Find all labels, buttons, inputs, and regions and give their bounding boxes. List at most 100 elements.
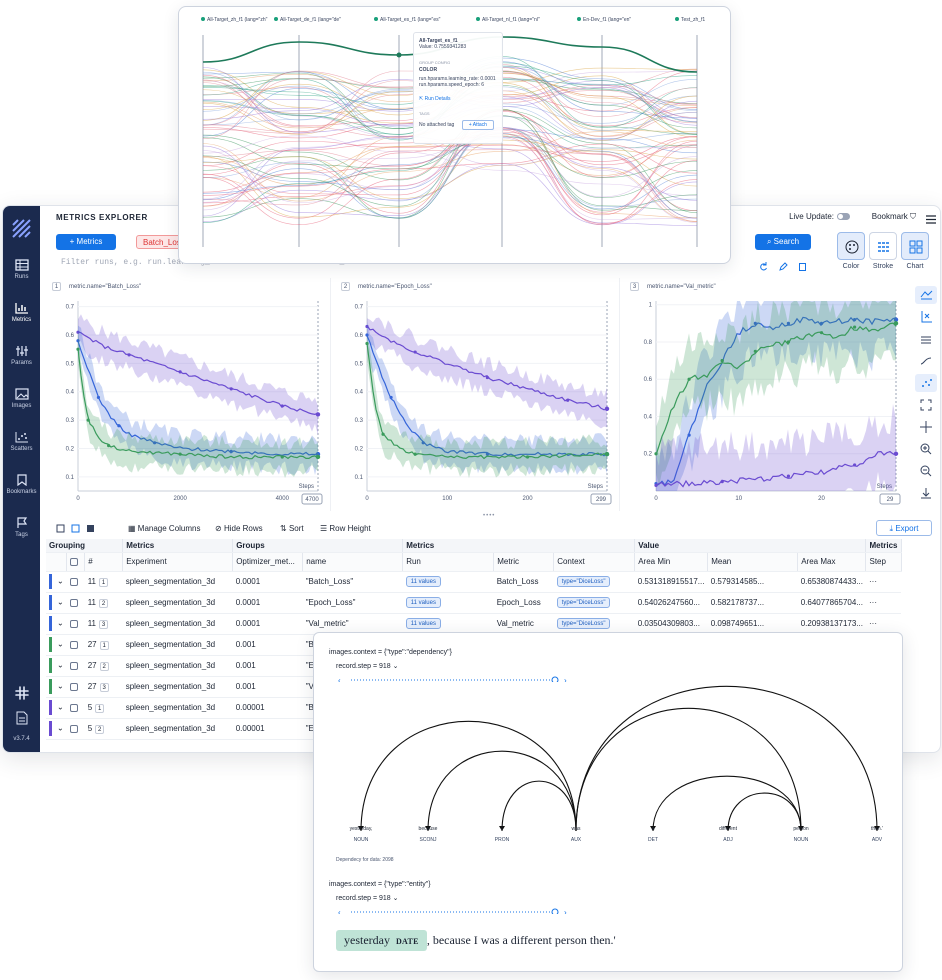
toggle-switch[interactable] — [837, 213, 850, 221]
y-tick-label: 0.2 — [644, 452, 653, 458]
row-height-button[interactable]: ☰ Row Height — [320, 524, 371, 533]
step-badge: 29 — [879, 493, 901, 505]
data-point — [389, 395, 393, 400]
y-tick-label: 0.1 — [66, 475, 75, 481]
axis-label-text: All-Target_nl_f1 (lang="nl" — [482, 17, 540, 23]
live-update-toggle[interactable]: Live Update: — [789, 212, 850, 221]
slack-icon[interactable] — [3, 686, 40, 703]
axis-label: All-Target_de_f1 (lang="de" — [274, 17, 341, 23]
entity-step-slider[interactable]: ‹ › — [336, 908, 576, 914]
smoothing-icon[interactable] — [915, 352, 937, 370]
pos-tag: PRON — [494, 837, 510, 843]
search-button[interactable]: ⌕ Search — [755, 234, 811, 250]
data-point — [720, 480, 724, 484]
fullscreen-icon[interactable] — [915, 396, 937, 414]
sort-button[interactable]: ⇅ Sort — [280, 524, 304, 533]
move-icon[interactable] — [915, 418, 937, 436]
sidebar-item-params[interactable]: Params — [3, 345, 40, 366]
data-point — [525, 455, 530, 459]
step-label: record.step = 918 — [336, 663, 391, 670]
data-point — [229, 387, 233, 391]
sidebar-item-runs[interactable]: Runs — [3, 259, 40, 280]
clipboard-icon[interactable] — [798, 258, 807, 276]
aggregation-icon[interactable] — [915, 374, 937, 392]
chart-svg-epoch-loss[interactable]: 0.1 0.2 0.3 0.4 0.5 0.6 0.7 0 100 200 Steps 299 — [335, 291, 620, 511]
data-point — [96, 395, 101, 400]
sidebar-item-scatters[interactable]: Scatters — [3, 431, 40, 452]
download-icon[interactable] — [915, 484, 937, 502]
chart-svg-batch-loss[interactable]: 0.1 0.2 0.3 0.4 0.5 0.6 0.7 0 2000 4000 Steps 4700 — [46, 291, 331, 511]
row-view-icon[interactable] — [56, 524, 96, 535]
dependency-word: because — [418, 826, 438, 832]
sidebar-item-bookmarks[interactable]: Bookmarks — [3, 474, 40, 495]
highlight-mode-icon[interactable] — [915, 286, 937, 304]
data-point — [753, 349, 757, 353]
manage-columns-label: Manage Columns — [137, 524, 201, 533]
entity-highlight: yesterday DATE — [336, 930, 427, 951]
no-tag-text: No attached tag — [419, 122, 455, 128]
step-badge-text: 29 — [887, 497, 894, 503]
run-details-link[interactable]: ⇱ Run Details — [419, 96, 497, 102]
chart-panel-1: 1 metric.name="Batch_Loss" 0.1 0.2 0.3 0.4 0.… — [46, 278, 331, 511]
sidebar-item-tags[interactable]: Tags — [3, 517, 40, 538]
step-badge-text: 299 — [596, 497, 607, 503]
attach-button[interactable]: + Attach — [461, 120, 494, 130]
entity-step-select[interactable]: record.step = 918 ⌄ — [336, 894, 399, 902]
chart-label: Chart — [906, 263, 924, 270]
add-metrics-button[interactable]: + Metrics — [56, 234, 116, 250]
x-tick-label: 2000 — [173, 496, 187, 502]
dependency-arc — [427, 750, 577, 832]
y-tick-label: 1 — [649, 303, 653, 309]
sidebar-item-label: Images — [11, 403, 32, 409]
palette-icon — [845, 240, 859, 254]
table-toolbar: ▦ Manage Columns ⊘ Hide Rows ⇅ Sort ☰ Ro… — [40, 518, 940, 538]
x-tick-label: 4000 — [276, 496, 290, 502]
y-tick-label: 0.2 — [66, 446, 75, 452]
menu-icon[interactable] — [926, 211, 936, 229]
y-tick-label: 0.6 — [644, 377, 653, 383]
cursor-point — [604, 451, 610, 457]
stroke-button[interactable] — [869, 232, 897, 260]
sidebar-item-images[interactable]: Images — [3, 388, 40, 409]
manage-columns-button[interactable]: ▦ Manage Columns — [128, 524, 200, 533]
reset-icon[interactable] — [759, 258, 768, 276]
x-tick-label: 100 — [442, 496, 453, 502]
data-point — [687, 377, 691, 381]
hide-rows-button[interactable]: ⊘ Hide Rows — [215, 524, 263, 533]
axes-scale-icon[interactable] — [915, 308, 937, 326]
edit-icon[interactable] — [779, 258, 788, 276]
zoom-in-icon[interactable] — [915, 440, 937, 458]
data-point — [654, 483, 658, 488]
chart-title-text: metric.name="Val_metric" — [647, 284, 716, 290]
chart-svg-val-metric[interactable]: 0.20.40.60.810 10 20Steps29 — [624, 291, 909, 511]
sidebar-item-metrics[interactable]: Metrics — [3, 302, 40, 323]
chart-button[interactable] — [901, 232, 929, 260]
color-label: Color — [842, 263, 860, 270]
dependency-step-select[interactable]: record.step = 918 ⌄ — [336, 662, 399, 670]
chart-index: 1 — [52, 282, 61, 291]
entity-word: yesterday — [344, 933, 390, 947]
data-point — [76, 347, 80, 351]
sidebar: Runs Metrics Params Images Scatters Book… — [3, 206, 40, 752]
export-button[interactable]: ⤓ Export — [876, 520, 932, 536]
dependency-word: was — [571, 826, 581, 832]
bookmark-button[interactable]: Bookmark ⛉ — [872, 212, 916, 222]
data-point — [786, 474, 791, 478]
ignore-outliers-icon[interactable] — [915, 330, 937, 348]
dependency-arc — [360, 720, 577, 832]
dependency-step-slider[interactable]: ‹ › — [336, 676, 576, 682]
popover-group-label: GROUP CONFIG — [419, 60, 451, 65]
chevron-down-icon: ⌄ — [392, 663, 399, 670]
sidebar-item-label: Metrics — [11, 317, 32, 323]
flag-icon — [16, 517, 27, 528]
zoom-out-icon[interactable] — [915, 462, 937, 480]
pos-tag: DET — [648, 837, 658, 843]
y-tick-label: 0.4 — [66, 390, 75, 396]
params-icon — [15, 346, 28, 356]
color-button[interactable] — [837, 232, 865, 260]
popover-tags-row: No attached tag + Attach — [419, 120, 497, 130]
docs-icon[interactable] — [3, 711, 40, 728]
aim-logo[interactable] — [12, 219, 31, 243]
chart-title: 1 metric.name="Batch_Loss" — [52, 282, 141, 291]
axis-label-text: All-Target_zh_f1 (lang="zh" — [207, 17, 268, 23]
